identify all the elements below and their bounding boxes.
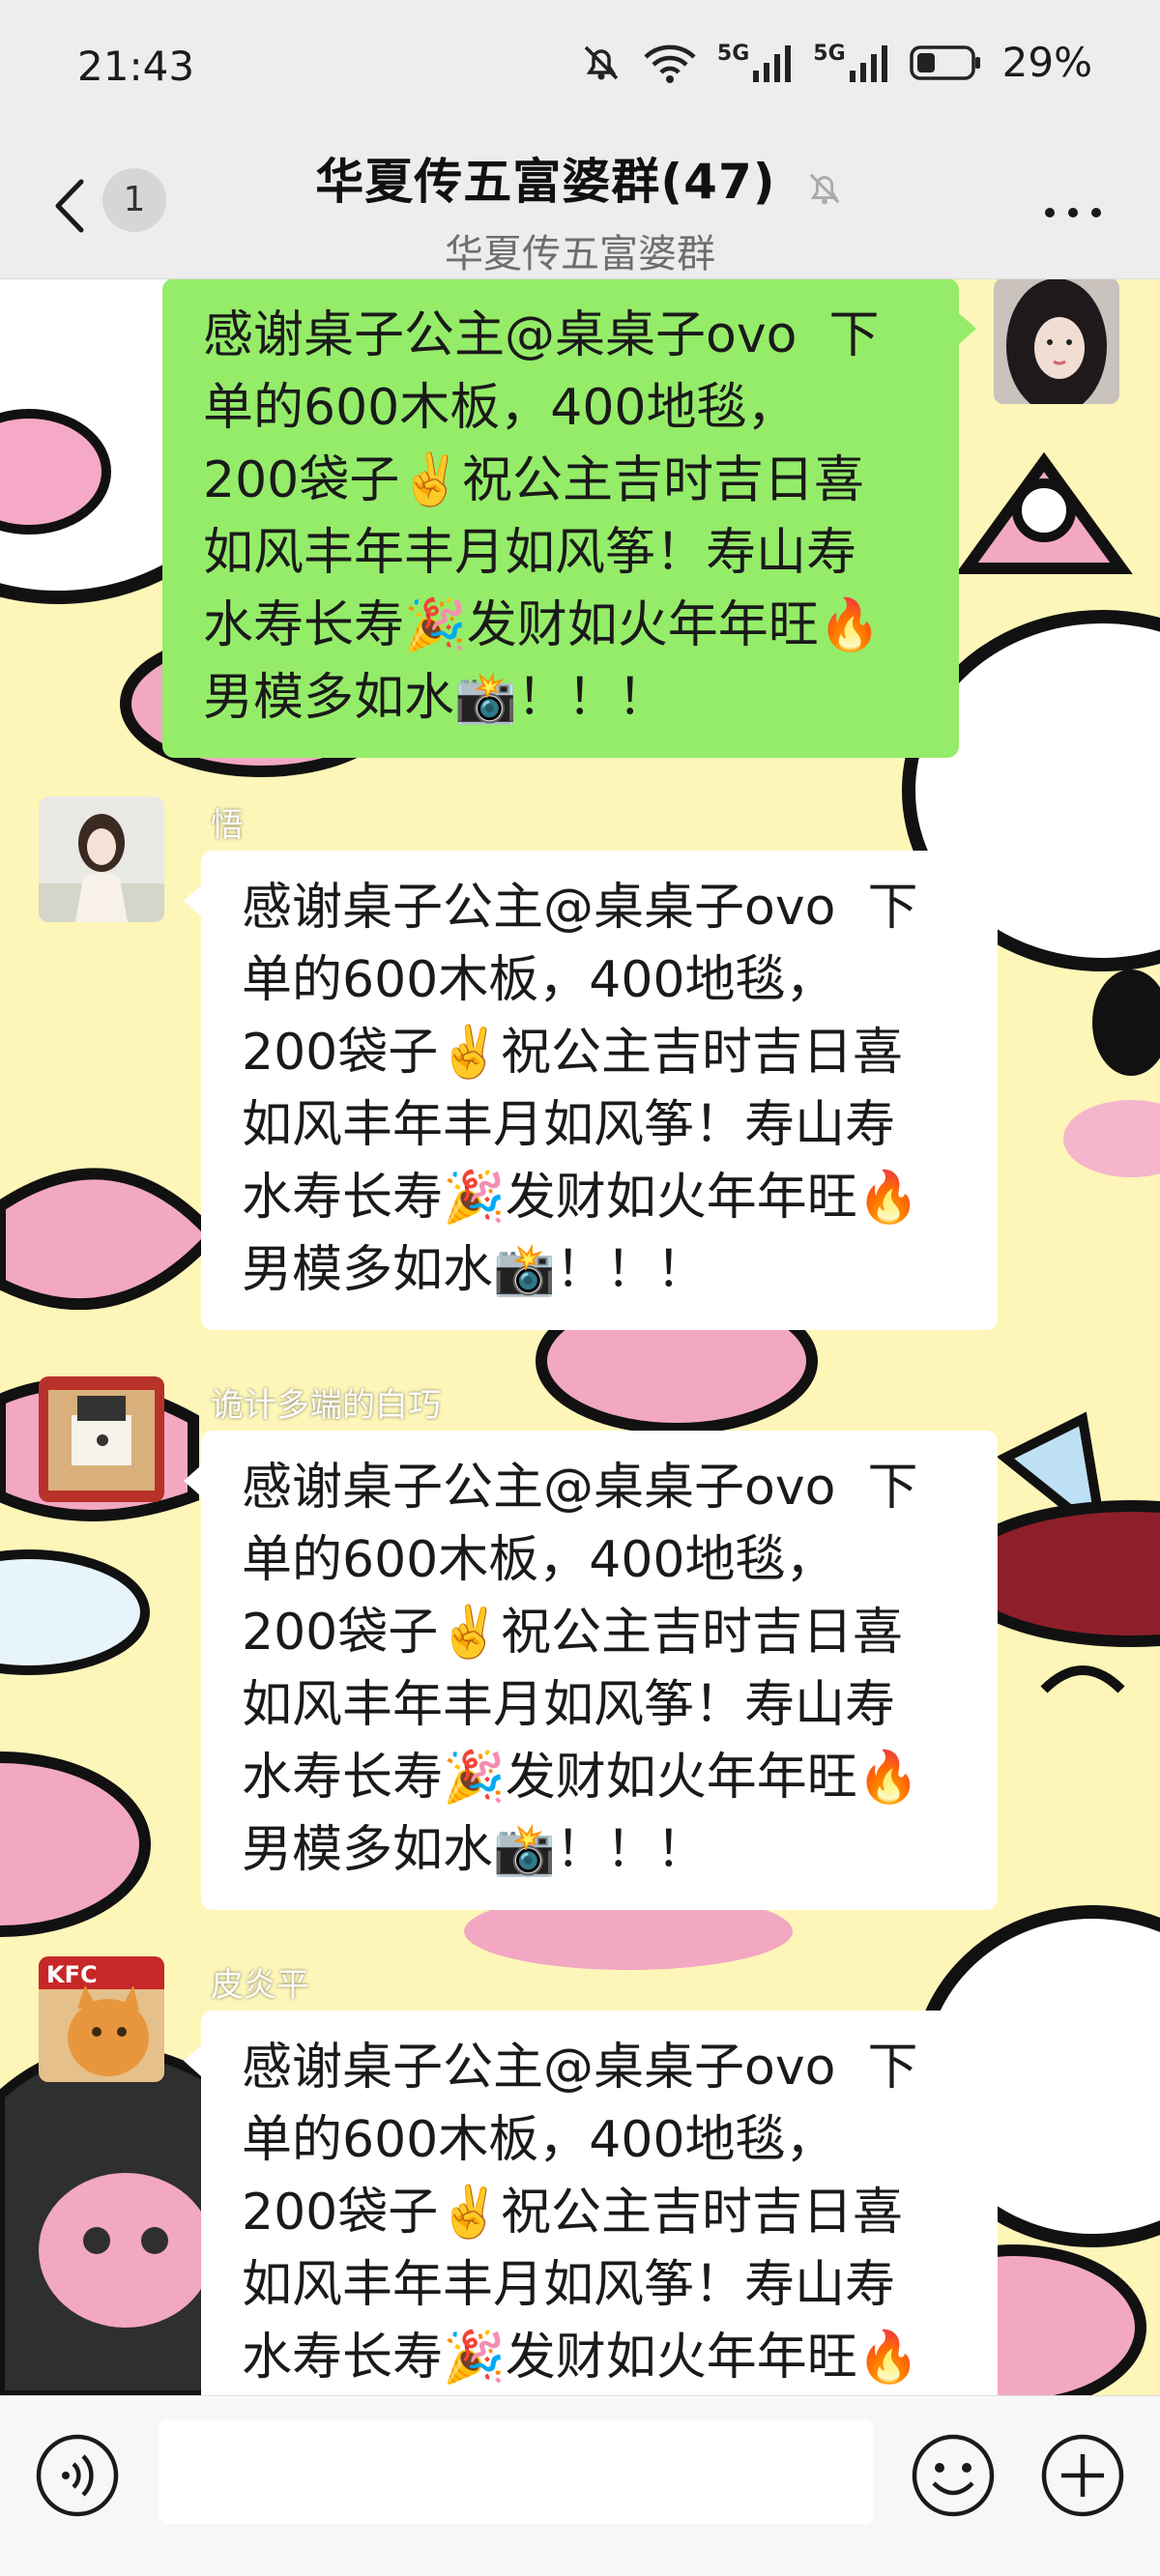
signal-5g-icon: 5G bbox=[813, 42, 889, 84]
signal-5g-icon: 5G bbox=[717, 42, 794, 84]
emoji-icon[interactable] bbox=[909, 2431, 998, 2520]
group-title[interactable]: 华夏传五富婆群(47) bbox=[315, 154, 775, 210]
chat-header: 1 华夏传五富婆群(47) 华夏传五富婆群 bbox=[0, 135, 1160, 279]
chat-message-list[interactable]: 感谢桌子公主@桌桌子ovo 下 单的600木板，400地毯， 200袋子✌️祝公… bbox=[0, 278, 1160, 2395]
status-bar: 21:43 5G 5G 29% bbox=[0, 0, 1160, 135]
wifi-icon bbox=[642, 42, 698, 84]
status-time: 21:43 bbox=[77, 43, 195, 90]
message-input[interactable] bbox=[159, 2419, 874, 2524]
plus-icon[interactable] bbox=[1038, 2431, 1127, 2520]
group-subtitle: 华夏传五富婆群 bbox=[445, 232, 715, 276]
sender-avatar[interactable] bbox=[39, 796, 164, 922]
input-bar bbox=[0, 2395, 1160, 2576]
status-icons: 5G 5G 29% bbox=[580, 39, 1092, 86]
mute-icon bbox=[804, 168, 845, 213]
message-bubble-incoming[interactable]: 感谢桌子公主@桌桌子ovo 下 单的600木板，400地毯， 200袋子✌️祝公… bbox=[184, 2011, 998, 2395]
my-avatar[interactable] bbox=[994, 278, 1119, 404]
voice-icon[interactable] bbox=[33, 2431, 122, 2520]
message-bubble-incoming[interactable]: 感谢桌子公主@桌桌子ovo 下 单的600木板，400地毯， 200袋子✌️祝公… bbox=[184, 1431, 998, 1910]
sender-avatar[interactable] bbox=[39, 1376, 164, 1502]
battery-percent: 29% bbox=[1001, 39, 1092, 86]
sender-avatar[interactable]: KFC bbox=[39, 1956, 164, 2082]
message-bubble-incoming[interactable]: 感谢桌子公主@桌桌子ovo 下 单的600木板，400地毯， 200袋子✌️祝公… bbox=[184, 851, 998, 1330]
svg-text:KFC: KFC bbox=[46, 1961, 98, 1988]
sender-name: 皮炎平 bbox=[211, 1966, 309, 2005]
more-dots-icon[interactable] bbox=[1042, 178, 1104, 236]
sender-name: 诡计多端的白巧 bbox=[211, 1386, 441, 1425]
message-bubble-outgoing[interactable]: 感谢桌子公主@桌桌子ovo 下 单的600木板，400地毯， 200袋子✌️祝公… bbox=[162, 278, 976, 758]
title-block: 华夏传五富婆群(47) 华夏传五富婆群 bbox=[0, 143, 1160, 278]
battery-icon bbox=[909, 43, 983, 82]
sender-name: 悟 bbox=[211, 806, 244, 845]
mute-bell-icon bbox=[580, 42, 623, 84]
